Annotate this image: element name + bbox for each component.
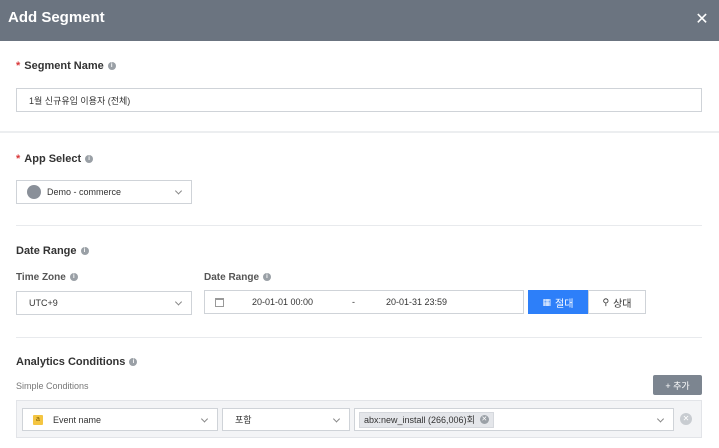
- analytics-conditions-label: Analytics Conditions i: [16, 356, 138, 368]
- relative-label: 상대: [613, 298, 632, 310]
- analytics-conditions-text: Analytics Conditions: [16, 356, 126, 368]
- relative-icon: ⚲: [602, 296, 610, 307]
- info-icon: i: [69, 273, 78, 282]
- info-icon: i: [107, 62, 116, 71]
- event-field-value: Event name: [53, 414, 102, 425]
- operator-value: 포함: [235, 415, 252, 425]
- chevron-down-icon: [656, 414, 665, 423]
- value-multiselect[interactable]: abx:new_install (266,006)회 ✕: [354, 408, 674, 431]
- calendar-grid-icon: ▦: [542, 296, 552, 307]
- value-tag-text: abx:new_install (266,006)회: [364, 415, 475, 425]
- required-mark: *: [16, 153, 21, 165]
- modal-header: Add Segment ✕: [0, 0, 719, 41]
- date-range-picker[interactable]: 20-01-01 00:00 - 20-01-31 23:59: [204, 290, 524, 314]
- info-icon: i: [263, 273, 272, 282]
- close-icon[interactable]: ✕: [691, 9, 713, 31]
- chevron-down-icon: [174, 187, 183, 195]
- relative-date-button[interactable]: ⚲ 상대: [588, 290, 646, 314]
- simple-conditions-label: Simple Conditions: [16, 381, 89, 391]
- app-select-dropdown[interactable]: Demo - commerce: [16, 180, 192, 204]
- app-select-label: * App Select i: [16, 153, 94, 165]
- add-condition-button[interactable]: + 추가: [653, 375, 702, 395]
- date-range-label-text: Date Range: [204, 272, 260, 283]
- segment-name-label-text: Segment Name: [24, 60, 104, 72]
- tag-remove-icon[interactable]: ✕: [479, 415, 489, 424]
- segment-name-label: * Segment Name i: [16, 60, 116, 72]
- end-date: 20-01-31 23:59: [386, 297, 448, 307]
- info-icon: i: [85, 155, 94, 164]
- time-zone-label-text: Time Zone: [16, 272, 66, 283]
- absolute-date-button[interactable]: ▦ 절대: [528, 290, 588, 314]
- date-range-section-text: Date Range: [16, 245, 77, 257]
- section-divider: [16, 337, 702, 338]
- section-divider: [16, 225, 702, 226]
- time-zone-dropdown[interactable]: UTC+9: [16, 291, 192, 315]
- date-separator: -: [352, 297, 355, 307]
- time-zone-label: Time Zone i: [16, 272, 78, 283]
- absolute-label: 절대: [555, 298, 574, 310]
- time-zone-value: UTC+9: [29, 298, 58, 308]
- info-icon: i: [80, 247, 89, 256]
- chevron-down-icon: [200, 414, 209, 423]
- app-select-value: Demo - commerce: [47, 187, 122, 197]
- info-icon: i: [129, 358, 138, 367]
- remove-condition-icon[interactable]: ✕: [680, 413, 692, 425]
- operator-dropdown[interactable]: 포함: [222, 408, 350, 431]
- modal-title: Add Segment: [8, 9, 105, 26]
- required-mark: *: [16, 60, 21, 72]
- segment-name-input[interactable]: 1월 신규유입 이용자 (전체): [16, 88, 702, 112]
- date-range-section-label: Date Range i: [16, 245, 89, 257]
- value-tag: abx:new_install (266,006)회 ✕: [359, 411, 494, 428]
- segment-name-value: 1월 신규유입 이용자 (전체): [29, 95, 131, 106]
- calendar-icon: [215, 298, 224, 307]
- app-select-label-text: App Select: [24, 153, 82, 165]
- app-logo-icon: [27, 185, 41, 199]
- chevron-down-icon: [174, 298, 183, 306]
- date-range-label: Date Range i: [204, 272, 272, 283]
- event-field-dropdown[interactable]: a Event name: [22, 408, 218, 431]
- start-date: 20-01-01 00:00: [252, 297, 314, 307]
- section-divider: [0, 131, 719, 133]
- attribute-badge-icon: a: [33, 414, 43, 425]
- chevron-down-icon: [332, 414, 341, 423]
